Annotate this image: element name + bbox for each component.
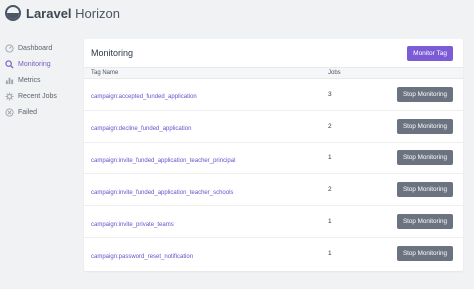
tag-link[interactable]: campaign:invite_private_teams — [91, 222, 174, 228]
sidebar-item-label: Metrics — [18, 76, 41, 84]
stop-monitoring-button[interactable]: Stop Monitoring — [397, 150, 453, 166]
tag-link[interactable]: campaign:invite_funded_application_teach… — [91, 190, 233, 196]
jobs-count: 2 — [328, 186, 332, 194]
table-row: campaign:decline_funded_application 2 St… — [84, 111, 463, 143]
tag-link[interactable]: campaign:accepted_funded_application — [91, 94, 197, 100]
stop-monitoring-button[interactable]: Stop Monitoring — [397, 246, 453, 262]
table-row: campaign:invite_private_teams 1 Stop Mon… — [84, 206, 463, 238]
sidebar: Dashboard Monitoring Metrics Recent Jobs… — [4, 40, 76, 120]
stop-monitoring-button[interactable]: Stop Monitoring — [397, 214, 453, 230]
table-row: campaign:password_reset_notification 1 S… — [84, 238, 463, 270]
sidebar-item-label: Monitoring — [18, 60, 51, 68]
tag-link[interactable]: campaign:password_reset_notification — [91, 254, 193, 260]
jobs-count: 1 — [328, 218, 332, 226]
sidebar-item-failed[interactable]: Failed — [4, 104, 76, 120]
sidebar-item-monitoring[interactable]: Monitoring — [4, 56, 76, 72]
table-body: campaign:accepted_funded_application 3 S… — [84, 79, 463, 270]
gear-icon — [4, 91, 14, 101]
sidebar-item-label: Failed — [18, 108, 38, 116]
table-row: campaign:invite_funded_application_teach… — [84, 143, 463, 175]
sidebar-item-label: Recent Jobs — [18, 92, 57, 100]
column-header-jobs: Jobs — [328, 70, 341, 76]
sidebar-item-dashboard[interactable]: Dashboard — [4, 40, 76, 56]
tag-link[interactable]: campaign:decline_funded_application — [91, 126, 191, 132]
jobs-count: 1 — [328, 250, 332, 258]
app-title: Laravel Horizon — [26, 5, 120, 21]
table-header: Tag Name Jobs — [84, 67, 463, 79]
sidebar-item-metrics[interactable]: Metrics — [4, 72, 76, 88]
column-header-tag: Tag Name — [91, 70, 119, 76]
stop-monitoring-button[interactable]: Stop Monitoring — [397, 182, 453, 198]
panel-header: Monitoring Monitor Tag — [84, 39, 463, 67]
table-row: campaign:invite_funded_application_teach… — [84, 174, 463, 207]
tag-link[interactable]: campaign:invite_funded_application_teach… — [91, 158, 235, 164]
jobs-count: 2 — [328, 122, 332, 130]
monitor-tag-button[interactable]: Monitor Tag — [407, 45, 453, 61]
dashboard-icon — [4, 43, 14, 53]
search-icon — [4, 59, 14, 69]
stop-monitoring-button[interactable]: Stop Monitoring — [397, 86, 453, 102]
horizon-logo-icon — [5, 5, 21, 21]
brand: Laravel Horizon — [5, 4, 120, 22]
jobs-count: 1 — [328, 154, 332, 162]
stop-monitoring-button[interactable]: Stop Monitoring — [397, 118, 453, 134]
table-row: campaign:accepted_funded_application 3 S… — [84, 79, 463, 111]
close-circle-icon — [4, 107, 14, 117]
sidebar-item-recent-jobs[interactable]: Recent Jobs — [4, 88, 76, 104]
page-title: Monitoring — [91, 48, 134, 58]
monitoring-panel: Monitoring Monitor Tag Tag Name Jobs cam… — [84, 39, 463, 271]
bar-chart-icon — [4, 75, 14, 85]
jobs-count: 3 — [328, 90, 332, 98]
sidebar-item-label: Dashboard — [18, 44, 53, 52]
